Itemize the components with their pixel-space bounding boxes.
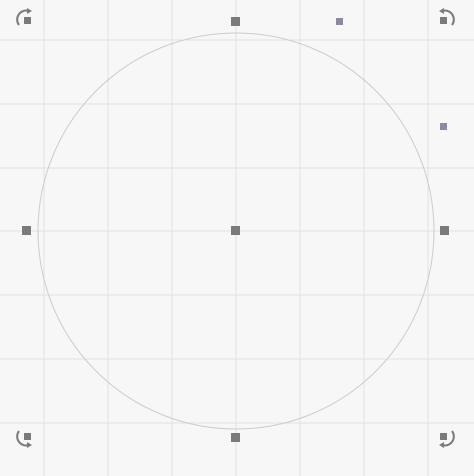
control-handle-right[interactable] <box>440 123 447 130</box>
canvas-background <box>0 0 474 476</box>
rotate-handle-square <box>24 17 31 24</box>
rotate-handle-square <box>440 17 447 24</box>
resize-handle-right[interactable] <box>440 226 449 235</box>
control-handle-top-right[interactable] <box>336 18 343 25</box>
move-handle-center[interactable] <box>231 226 240 235</box>
canvas-svg[interactable] <box>0 0 474 476</box>
resize-handle-bottom[interactable] <box>231 433 240 442</box>
drawing-canvas[interactable] <box>0 0 474 476</box>
rotate-handle-square <box>440 433 447 440</box>
resize-handle-top[interactable] <box>231 17 240 26</box>
rotate-handle-square <box>24 433 31 440</box>
resize-handle-left[interactable] <box>22 226 31 235</box>
